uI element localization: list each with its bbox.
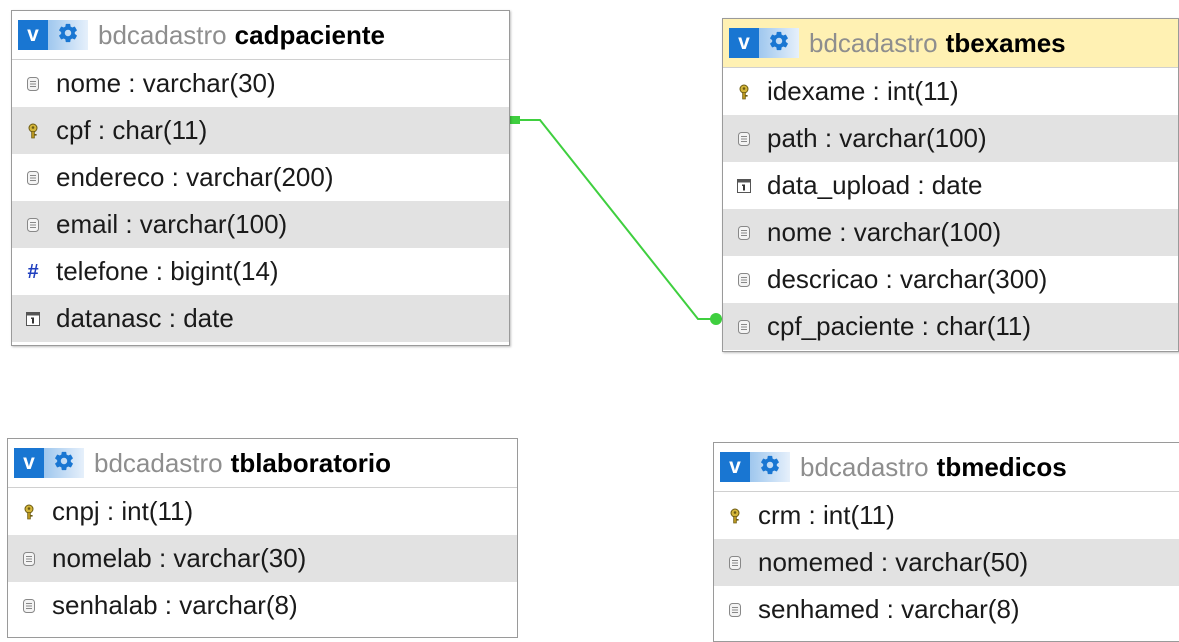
table-options-button[interactable] (750, 452, 790, 482)
column-label: senhamed : varchar(8) (758, 594, 1020, 624)
table-header[interactable]: v bdcadastro tbexames (723, 19, 1178, 68)
column-row[interactable]: senhalab : varchar(8) (8, 582, 517, 629)
database-name: bdcadastro (98, 19, 227, 50)
column-row[interactable]: data_upload : date (723, 162, 1178, 209)
table-name[interactable]: tblaboratorio (231, 448, 391, 479)
column-row[interactable]: cnpj : int(11) (8, 488, 517, 535)
column-row[interactable]: email : varchar(100) (12, 201, 509, 248)
column-icon (21, 549, 37, 569)
table-options-button[interactable] (44, 448, 84, 478)
column-row[interactable]: idexame : int(11) (723, 68, 1178, 115)
gear-icon (768, 30, 790, 57)
collapse-toggle-button[interactable]: v (720, 452, 750, 482)
column-row[interactable]: path : varchar(100) (723, 115, 1178, 162)
table-header[interactable]: v bdcadastro cadpaciente (12, 11, 509, 60)
column-icon (25, 215, 41, 235)
numeric-column-icon: # (27, 260, 39, 283)
column-icon (727, 600, 743, 620)
column-label: crm : int(11) (758, 500, 895, 530)
column-label: path : varchar(100) (767, 123, 987, 153)
primary-key-icon (25, 121, 41, 141)
table-name[interactable]: tbexames (946, 28, 1066, 59)
primary-key-icon (21, 502, 37, 522)
column-label: datanasc : date (56, 303, 234, 333)
table-tbexames[interactable]: v bdcadastro tbexames idexame : int(11) … (722, 18, 1179, 352)
date-column-icon (25, 309, 41, 329)
column-row[interactable]: nome : varchar(30) (12, 60, 509, 107)
column-icon (727, 553, 743, 573)
column-label: email : varchar(100) (56, 209, 288, 239)
column-icon (25, 168, 41, 188)
column-row[interactable]: senhamed : varchar(8) (714, 586, 1179, 633)
column-label: nome : varchar(100) (767, 217, 1002, 247)
column-label: data_upload : date (767, 170, 983, 200)
gear-icon (53, 450, 75, 477)
column-label: telefone : bigint(14) (56, 256, 279, 286)
column-label: nomemed : varchar(50) (758, 547, 1029, 577)
column-label: endereco : varchar(200) (56, 162, 334, 192)
column-row[interactable]: nomemed : varchar(50) (714, 539, 1179, 586)
table-cadpaciente[interactable]: v bdcadastro cadpaciente nome : varchar(… (11, 10, 510, 346)
column-icon (21, 596, 37, 616)
table-name[interactable]: tbmedicos (937, 452, 1067, 483)
column-label: nomelab : varchar(30) (52, 543, 307, 573)
column-icon (736, 223, 752, 243)
column-label: senhalab : varchar(8) (52, 590, 298, 620)
column-row[interactable]: nome : varchar(100) (723, 209, 1178, 256)
column-icon (25, 74, 41, 94)
table-name[interactable]: cadpaciente (235, 20, 385, 51)
column-row[interactable]: nomelab : varchar(30) (8, 535, 517, 582)
table-header[interactable]: v bdcadastro tbmedicos (714, 443, 1179, 492)
column-icon (736, 270, 752, 290)
column-row[interactable]: descricao : varchar(300) (723, 256, 1178, 303)
column-label: cpf_paciente : char(11) (767, 311, 1031, 341)
date-column-icon (736, 176, 752, 196)
column-label: nome : varchar(30) (56, 68, 276, 98)
table-tbmedicos[interactable]: v bdcadastro tbmedicos crm : int(11) nom… (713, 442, 1179, 642)
collapse-toggle-button[interactable]: v (18, 20, 48, 50)
column-row[interactable]: cpf : char(11) (12, 107, 509, 154)
table-header[interactable]: v bdcadastro tblaboratorio (8, 439, 517, 488)
gear-icon (759, 454, 781, 481)
collapse-toggle-button[interactable]: v (14, 448, 44, 478)
collapse-toggle-button[interactable]: v (729, 28, 759, 58)
column-label: cpf : char(11) (56, 115, 208, 145)
gear-icon (57, 22, 79, 49)
column-label: descricao : varchar(300) (767, 264, 1048, 294)
column-row[interactable]: crm : int(11) (714, 492, 1179, 539)
table-options-button[interactable] (759, 28, 799, 58)
column-label: idexame : int(11) (767, 76, 959, 106)
primary-key-icon (727, 506, 743, 526)
column-icon (736, 129, 752, 149)
table-options-button[interactable] (48, 20, 88, 50)
column-row[interactable]: # telefone : bigint(14) (12, 248, 509, 295)
database-name: bdcadastro (809, 27, 938, 58)
database-name: bdcadastro (94, 447, 223, 478)
primary-key-icon (736, 82, 752, 102)
database-name: bdcadastro (800, 451, 929, 482)
column-row[interactable]: datanasc : date (12, 295, 509, 342)
column-label: cnpj : int(11) (52, 496, 194, 526)
column-row[interactable]: endereco : varchar(200) (12, 154, 509, 201)
table-tblaboratorio[interactable]: v bdcadastro tblaboratorio cnpj : int(11… (7, 438, 518, 638)
column-icon (736, 317, 752, 337)
column-row[interactable]: cpf_paciente : char(11) (723, 303, 1178, 350)
